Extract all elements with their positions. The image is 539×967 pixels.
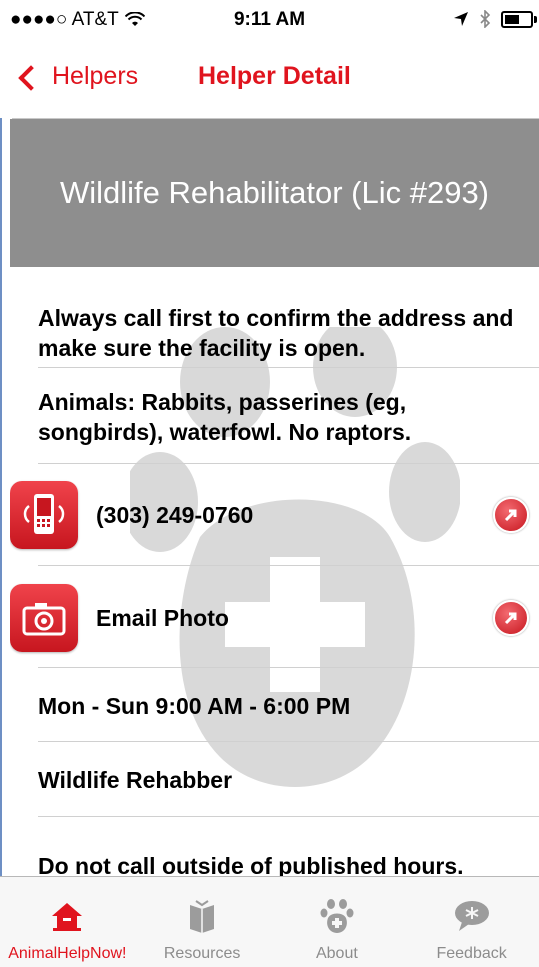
- tab-label: Resources: [163, 945, 241, 962]
- helper-type: Wildlife Rehabber: [38, 767, 233, 793]
- camera-icon: [10, 584, 78, 652]
- back-button[interactable]: Helpers: [18, 62, 139, 91]
- battery-icon: [501, 10, 537, 28]
- divider: [38, 565, 539, 566]
- speech-bubble-icon: [454, 893, 490, 939]
- divider: [38, 463, 539, 464]
- tab-bar: AnimalHelpNow! Resources About Feedback: [0, 876, 539, 967]
- tab-label: AnimalHelpNow!: [8, 945, 127, 962]
- chevron-left-icon: [18, 64, 44, 91]
- call-arrow-icon[interactable]: [493, 497, 529, 533]
- animals-accepted: Animals: Rabbits, passerines (eg, songbi…: [38, 389, 412, 445]
- helper-header: Wildlife Rehabilitator (Lic #293): [10, 119, 539, 267]
- bluetooth-icon: [480, 10, 491, 28]
- hours: Mon - Sun 9:00 AM - 6:00 PM: [38, 693, 351, 719]
- status-bar: ●●●●○ AT&T 9:11 AM: [0, 0, 539, 40]
- divider: [38, 741, 539, 742]
- helper-name: Wildlife Rehabilitator (Lic #293): [59, 175, 490, 210]
- tab-label: Feedback: [436, 945, 507, 962]
- paw-icon: [320, 893, 354, 939]
- call-hours-warning: Do not call outside of published hours.: [38, 853, 464, 877]
- tab-resources[interactable]: Resources: [135, 877, 270, 967]
- back-button-label: Helpers: [52, 62, 139, 90]
- divider: [38, 667, 539, 668]
- divider: [38, 816, 539, 817]
- tab-label: About: [315, 945, 358, 962]
- tab-animalhelpnow[interactable]: AnimalHelpNow!: [0, 877, 135, 967]
- phone-icon: [10, 481, 78, 549]
- phone-row[interactable]: (303) 249-0760: [10, 477, 539, 553]
- email-photo-row[interactable]: Email Photo: [10, 580, 539, 656]
- page-title: Helper Detail: [198, 62, 351, 90]
- email-photo-label: Email Photo: [96, 604, 229, 631]
- book-icon: [187, 893, 217, 939]
- status-indicators: [453, 10, 537, 28]
- home-icon: [50, 893, 84, 939]
- detail-list[interactable]: Always call first to confirm the address…: [10, 267, 539, 877]
- call-first-notice: Always call first to confirm the address…: [38, 305, 514, 361]
- tab-about[interactable]: About: [270, 877, 405, 967]
- divider: [38, 367, 539, 368]
- location-arrow-icon: [454, 12, 468, 26]
- email-arrow-icon[interactable]: [493, 600, 529, 636]
- phone-number: (303) 249-0760: [96, 501, 254, 528]
- navigation-bar: Helpers Helper Detail: [0, 40, 539, 119]
- tab-feedback[interactable]: Feedback: [404, 877, 539, 967]
